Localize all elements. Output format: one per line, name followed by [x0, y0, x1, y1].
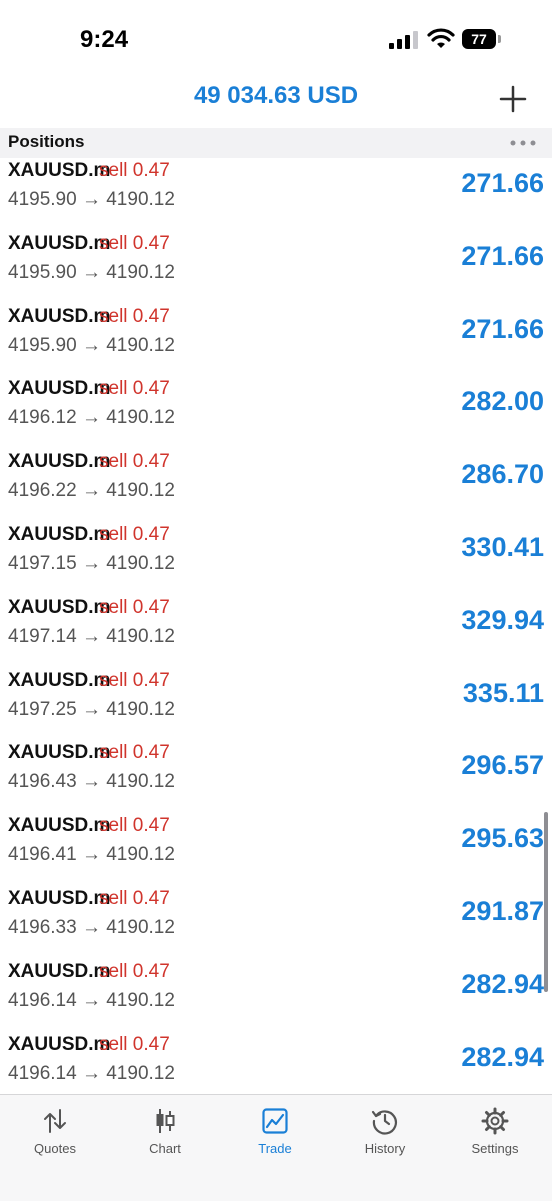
position-symbol: XAUUSD.m — [8, 669, 111, 691]
tab-quotes[interactable]: Quotes — [0, 1095, 110, 1175]
status-time: 9:24 — [80, 26, 129, 53]
battery-indicator: 77 — [462, 29, 502, 51]
position-profit: 329.94 — [461, 604, 544, 635]
position-prices: 4195.90 → 4190.12 — [8, 189, 175, 210]
position-profit: 271.66 — [461, 313, 544, 344]
positions-section-header: Positions — [0, 128, 552, 158]
position-symbol: XAUUSD.m — [8, 1033, 111, 1055]
wifi-icon — [427, 28, 455, 48]
tab-label: History — [364, 1141, 406, 1156]
tab-label: Chart — [149, 1141, 181, 1156]
position-prices: 4197.14 → 4190.12 — [8, 625, 175, 647]
position-symbol: XAUUSD.m — [8, 232, 111, 254]
position-side: sell 0.47 — [99, 742, 170, 764]
position-side: sell 0.47 — [99, 596, 170, 618]
position-row[interactable]: XAUUSD.m sell 0.47 4197.14 → 4190.12 329.94 — [0, 595, 552, 668]
position-symbol: XAUUSD.m — [8, 960, 111, 982]
position-profit: 286.70 — [461, 459, 544, 490]
scrollbar[interactable] — [544, 812, 548, 992]
position-symbol: XAUUSD.m — [8, 378, 111, 400]
position-row[interactable]: XAUUSD.m sell 0.47 4195.90 → 4190.12 271.66 — [0, 158, 552, 231]
plus-icon[interactable] — [498, 84, 528, 114]
position-profit: 282.94 — [461, 1041, 544, 1072]
position-side: sell 0.47 — [99, 451, 170, 473]
position-symbol: XAUUSD.m — [8, 815, 111, 837]
gear-icon — [481, 1107, 509, 1135]
position-prices: 4197.25 → 4190.12 — [8, 698, 175, 720]
quotes-arrows-icon — [44, 1109, 66, 1133]
more-options-icon[interactable] — [509, 138, 537, 148]
position-side: sell 0.47 — [99, 815, 170, 837]
position-profit: 295.63 — [461, 823, 544, 854]
position-symbol: XAUUSD.m — [8, 742, 111, 764]
position-profit: 330.41 — [461, 531, 544, 562]
trade-chart-icon — [262, 1108, 288, 1134]
account-balance: 49 034.63 USD — [193, 82, 359, 109]
position-side: sell 0.47 — [99, 232, 170, 254]
position-prices: 4196.22 → 4190.12 — [8, 480, 175, 502]
position-row[interactable]: XAUUSD.m sell 0.47 4195.90 → 4190.12 271.66 — [0, 304, 552, 377]
tab-label: Settings — [471, 1141, 519, 1156]
trade-header: 49 034.63 USD — [0, 80, 552, 126]
position-profit: 271.66 — [461, 168, 544, 198]
battery-level: 77 — [471, 31, 487, 47]
candlestick-chart-icon — [156, 1109, 175, 1133]
position-prices: 4195.90 → 4190.12 — [8, 334, 175, 356]
position-side: sell 0.47 — [99, 523, 170, 545]
tab-label: Quotes — [34, 1141, 76, 1156]
position-profit: 282.94 — [461, 968, 544, 999]
position-side: sell 0.47 — [99, 960, 170, 982]
position-row[interactable]: XAUUSD.m sell 0.47 4195.90 → 4190.12 271.66 — [0, 231, 552, 304]
position-profit: 291.87 — [461, 895, 544, 926]
positions-list[interactable]: XAUUSD.m sell 0.47 4195.90 → 4190.12 271.66… — [0, 158, 552, 1094]
tab-trade[interactable]: Trade — [220, 1095, 330, 1175]
position-symbol: XAUUSD.m — [8, 160, 111, 181]
tab-settings[interactable]: Settings — [440, 1095, 550, 1175]
position-profit: 335.11 — [462, 677, 544, 708]
position-row[interactable]: XAUUSD.m sell 0.47 4196.41 → 4190.12 295.63 — [0, 813, 552, 886]
history-clock-icon — [371, 1110, 397, 1135]
tab-chart[interactable]: Chart — [110, 1095, 220, 1175]
position-row[interactable]: XAUUSD.m sell 0.47 4196.43 → 4190.12 296.57 — [0, 740, 552, 813]
position-prices: 4196.33 → 4190.12 — [8, 916, 175, 938]
position-prices: 4196.41 → 4190.12 — [8, 844, 175, 866]
position-prices: 4196.14 → 4190.12 — [8, 989, 175, 1011]
position-prices: 4196.12 → 4190.12 — [8, 407, 175, 429]
position-row[interactable]: XAUUSD.m sell 0.47 4196.14 → 4190.12 282.94 — [0, 1032, 552, 1094]
tab-label: Trade — [258, 1141, 292, 1156]
section-title: Positions — [8, 132, 85, 151]
position-symbol: XAUUSD.m — [8, 451, 111, 473]
position-profit: 282.00 — [461, 386, 544, 417]
position-prices: 4197.15 → 4190.12 — [8, 552, 175, 574]
position-symbol: XAUUSD.m — [8, 887, 111, 909]
position-side: sell 0.47 — [99, 1033, 170, 1055]
position-row[interactable]: XAUUSD.m sell 0.47 4197.25 → 4190.12 335.11 — [0, 668, 552, 741]
tab-history[interactable]: History — [330, 1095, 440, 1175]
position-prices: 4196.43 → 4190.12 — [8, 771, 175, 793]
position-symbol: XAUUSD.m — [8, 523, 111, 545]
cellular-signal-icon — [389, 31, 418, 49]
position-row[interactable]: XAUUSD.m sell 0.47 4197.15 → 4190.12 330.41 — [0, 522, 552, 595]
position-row[interactable]: XAUUSD.m sell 0.47 4196.33 → 4190.12 291.87 — [0, 886, 552, 959]
position-prices: 4195.90 → 4190.12 — [8, 261, 175, 283]
position-row[interactable]: XAUUSD.m sell 0.47 4196.14 → 4190.12 282.94 — [0, 959, 552, 1032]
position-side: sell 0.47 — [99, 669, 170, 691]
status-bar: 9:24 77 — [0, 0, 552, 80]
position-side: sell 0.47 — [99, 160, 170, 181]
position-prices: 4196.14 → 4190.12 — [8, 1062, 175, 1084]
tab-bar: Quotes Chart Trade History Settings — [0, 1094, 552, 1201]
position-profit: 271.66 — [461, 240, 544, 271]
position-symbol: XAUUSD.m — [8, 305, 111, 327]
position-side: sell 0.47 — [99, 378, 170, 400]
position-row[interactable]: XAUUSD.m sell 0.47 4196.22 → 4190.12 286.70 — [0, 449, 552, 522]
position-side: sell 0.47 — [99, 305, 170, 327]
position-symbol: XAUUSD.m — [8, 596, 111, 618]
position-profit: 296.57 — [461, 750, 544, 781]
position-side: sell 0.47 — [99, 887, 170, 909]
position-row[interactable]: XAUUSD.m sell 0.47 4196.12 → 4190.12 282.00 — [0, 376, 552, 449]
